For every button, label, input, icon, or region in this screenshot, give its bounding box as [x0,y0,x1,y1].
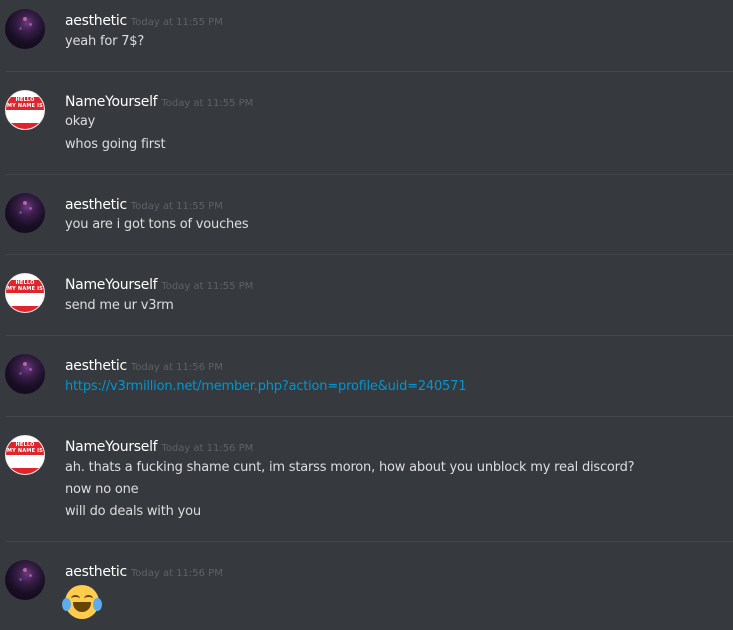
avatar-tag-text: MY NAME IS [7,448,43,454]
message-text: okay [65,114,96,129]
message-text: will do deals with you [65,504,201,519]
message-divider [5,416,733,417]
username[interactable]: aesthetic [65,13,127,29]
message-divider [5,541,733,542]
message-divider [5,335,733,336]
user-avatar[interactable]: HELLO MY NAME IS [5,273,45,313]
profile-link[interactable]: https://v3rmillion.net/member.php?action… [65,379,466,394]
message-text: you are i got tons of vouches [65,217,249,232]
timestamp: Today at 11:55 PM [161,98,254,109]
message-text: ah. thats a fucking shame cunt, im stars… [65,460,635,475]
timestamp: Today at 11:56 PM [130,362,223,373]
avatar-tag-text: MY NAME IS [7,286,43,292]
username[interactable]: aesthetic [65,358,127,374]
message-text: send me ur v3rm [65,298,174,313]
username[interactable]: NameYourself [65,94,158,110]
user-avatar[interactable]: HELLO MY NAME IS [5,90,45,130]
message-text: whos going first [65,137,166,152]
avatar-tag-text: MY NAME IS [7,103,43,109]
message-divider [5,71,733,72]
user-avatar[interactable]: HELLO MY NAME IS [5,435,45,475]
message-text: now no one [65,482,139,497]
username[interactable]: aesthetic [65,197,127,213]
joy-emoji-icon[interactable] [62,585,102,619]
username[interactable]: NameYourself [65,439,158,455]
timestamp: Today at 11:55 PM [130,17,223,28]
message-divider [5,254,733,255]
username[interactable]: aesthetic [65,564,127,580]
user-avatar[interactable] [5,560,45,600]
timestamp: Today at 11:56 PM [161,443,254,454]
message-divider [5,174,733,175]
username[interactable]: NameYourself [65,277,158,293]
timestamp: Today at 11:56 PM [130,568,223,579]
user-avatar[interactable] [5,354,45,394]
timestamp: Today at 11:55 PM [130,201,223,212]
user-avatar[interactable] [5,9,45,49]
user-avatar[interactable] [5,193,45,233]
message-text: yeah for 7$? [65,34,145,49]
timestamp: Today at 11:55 PM [161,281,254,292]
